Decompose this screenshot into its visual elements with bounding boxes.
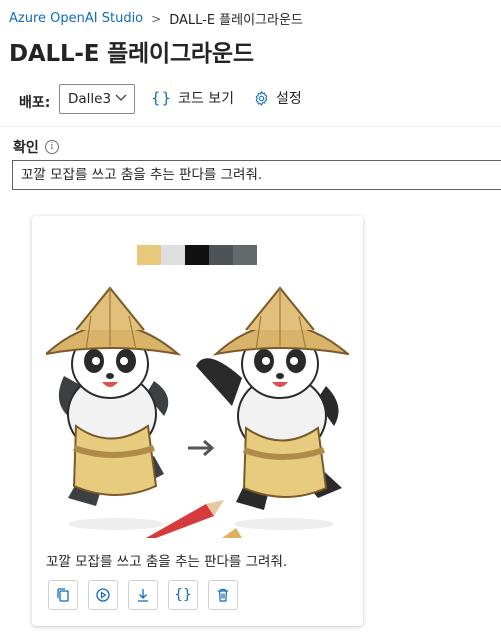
prompt-input[interactable]: 꼬깔 모잡를 쓰고 춤을 추는 판다를 그려줘.: [12, 160, 501, 190]
chevron-down-icon: [115, 94, 127, 101]
prompt-label: 확인 i: [13, 137, 59, 157]
delete-button[interactable]: [208, 580, 238, 610]
breadcrumb-root-link[interactable]: Azure OpenAI Studio: [9, 11, 143, 26]
deployment-label: 배포:: [19, 95, 51, 111]
view-code-label: 코드 보기: [178, 91, 235, 107]
palette-swatch: [209, 245, 233, 265]
palette-swatch: [185, 245, 209, 265]
copy-icon: [57, 588, 69, 602]
breadcrumb-current: DALL-E 플레이그라운드: [169, 13, 303, 28]
image-caption: 꼬깔 모잡를 쓰고 춤을 추는 판다를 그려줘.: [46, 554, 288, 570]
toolbar: 배포: Dalle3 {} 코드 보기 설정: [0, 84, 501, 116]
generated-image[interactable]: [46, 266, 349, 538]
deployment-value: Dalle3: [68, 91, 112, 107]
prompt-label-text: 확인: [13, 140, 39, 156]
page-title: DALL-E 플레이그라운드: [9, 41, 254, 67]
code-icon: {}: [174, 587, 192, 603]
color-palette: [137, 245, 257, 265]
image-actions: {}: [48, 580, 248, 610]
palette-swatch: [161, 245, 185, 265]
divider: [0, 126, 501, 127]
breadcrumb: Azure OpenAI Studio > DALL-E 플레이그라운드: [9, 9, 303, 28]
deployment-select[interactable]: Dalle3: [59, 84, 135, 114]
palette-swatch: [233, 245, 257, 265]
image-result-card: 꼬깔 모잡를 쓰고 춤을 추는 판다를 그려줘. {}: [32, 216, 363, 626]
gear-icon: [255, 90, 268, 106]
chevron-right-icon: >: [151, 11, 162, 26]
view-code-button[interactable]: {} 코드 보기: [151, 88, 234, 108]
download-icon: [138, 589, 148, 602]
settings-label: 설정: [276, 91, 302, 107]
braces-icon: {}: [151, 89, 173, 107]
copy-button[interactable]: [48, 580, 78, 610]
view-json-button[interactable]: {}: [168, 580, 198, 610]
generate-variation-button[interactable]: [88, 580, 118, 610]
download-button[interactable]: [128, 580, 158, 610]
palette-swatch: [137, 245, 161, 265]
settings-button[interactable]: 설정: [253, 88, 302, 108]
variation-icon: [96, 588, 110, 602]
info-icon[interactable]: i: [44, 140, 59, 154]
delete-icon: [218, 588, 228, 602]
